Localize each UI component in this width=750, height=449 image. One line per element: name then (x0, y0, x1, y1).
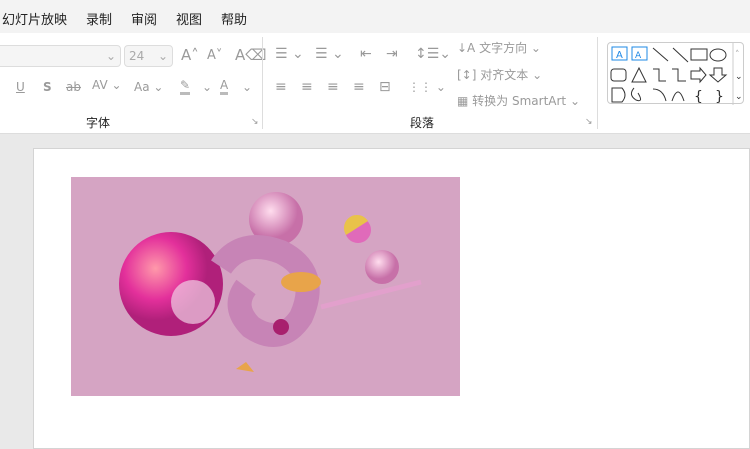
font-size-select[interactable]: 24 ⌄ (124, 45, 173, 67)
text-direction-label: 文字方向 (479, 41, 528, 55)
font-name-select[interactable]: ⌄ (0, 45, 121, 67)
change-case-icon[interactable]: Aa ⌄ (134, 80, 163, 94)
menu-record[interactable]: 录制 (86, 9, 112, 28)
svg-text:}: } (715, 89, 724, 105)
svg-text:⌄: ⌄ (735, 92, 743, 102)
numbering-icon[interactable]: ☰ ⌄ (315, 46, 344, 62)
char-spacing-icon[interactable]: AV ⌄ (92, 78, 122, 92)
divider (597, 37, 598, 129)
ribbon: ⌄ 24 ⌄ A˄ A˅ A⌫ U S ab AV ⌄ Aa ⌄ ✎ ⌄ A ⌄ 字体… (0, 33, 750, 134)
divider (262, 37, 263, 129)
paragraph-group-label: 段落 (410, 116, 435, 130)
align-right-icon[interactable]: ≡ (327, 79, 339, 95)
font-size-value: 24 (129, 49, 145, 63)
line-spacing-icon[interactable]: ↕☰⌄ (415, 46, 451, 62)
grow-font-icon[interactable]: A˄ (181, 46, 199, 64)
svg-text:A: A (616, 50, 623, 61)
shapes-icons[interactable]: A A {} ˄ ⌄ ⌄ (608, 43, 745, 105)
shapes-gallery: A A {} ˄ ⌄ ⌄ (607, 42, 745, 105)
smartart-button[interactable]: ▦ 转换为 SmartArt ⌄ (457, 92, 580, 109)
columns-icon[interactable]: ⋮⋮ ⌄ (408, 80, 446, 94)
distribute-icon[interactable]: ⊟ (379, 79, 391, 95)
align-left-icon[interactable]: ≡ (275, 79, 287, 95)
strikethrough-icon[interactable]: ab (66, 80, 81, 94)
shrink-font-icon[interactable]: A˅ (207, 48, 222, 63)
paragraph-dialog-launcher[interactable]: ↘ (585, 117, 593, 127)
justify-icon[interactable]: ≡ (353, 79, 365, 95)
underline-icon[interactable]: U (16, 80, 25, 94)
bullets-icon[interactable]: ☰ ⌄ (275, 46, 304, 62)
increase-indent-icon[interactable]: ⇥ (386, 46, 398, 62)
svg-text:{: { (694, 89, 703, 105)
text-direction-button[interactable]: ↓A 文字方向 ⌄ (457, 39, 541, 56)
font-dialog-launcher[interactable]: ↘ (251, 117, 259, 127)
abstract-3d-art (119, 192, 422, 372)
menu-help[interactable]: 帮助 (221, 9, 247, 28)
shadow-icon[interactable]: S (43, 80, 52, 94)
align-center-icon[interactable]: ≡ (301, 79, 313, 95)
align-text-label: 对齐文本 (480, 68, 529, 82)
menu-review[interactable]: 审阅 (131, 9, 157, 28)
menu-bar: 幻灯片放映 录制 审阅 视图 帮助 (0, 0, 750, 33)
svg-text:˄: ˄ (735, 50, 740, 60)
decrease-indent-icon[interactable]: ⇤ (360, 46, 372, 62)
menu-view[interactable]: 视图 (176, 9, 202, 28)
menu-slideshow[interactable]: 幻灯片放映 (2, 9, 67, 28)
svg-text:A: A (635, 51, 642, 61)
smartart-label: 转换为 SmartArt (472, 94, 567, 108)
svg-text:⌄: ⌄ (735, 72, 743, 82)
font-color-icon[interactable]: A (220, 78, 229, 95)
font-group-label: 字体 (86, 116, 111, 130)
slide-image[interactable] (71, 177, 460, 396)
align-text-button[interactable]: [↕] 对齐文本 ⌄ (457, 66, 542, 83)
highlight-icon[interactable]: ✎ (180, 78, 191, 95)
